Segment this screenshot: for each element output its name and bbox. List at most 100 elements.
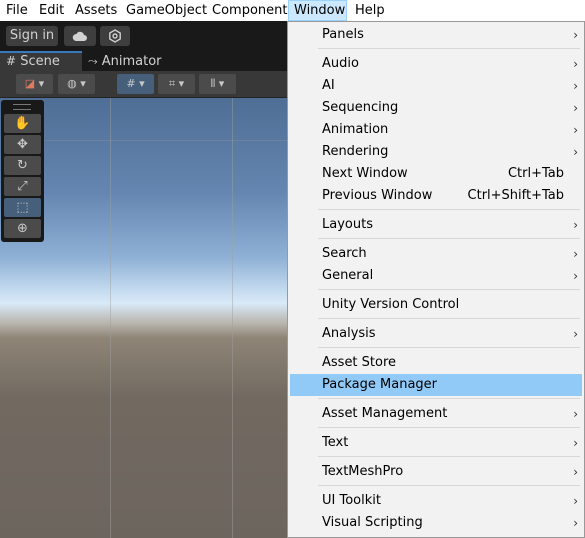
menu-item-panels[interactable]: Panels › <box>290 24 582 46</box>
rect-tool-icon: ⬚ <box>16 200 29 215</box>
rotate-tool-button[interactable]: ↻ <box>4 156 41 175</box>
transform-tools-panel: ✋ ✥ ↻ ⤢ ⬚ ⊕ <box>1 100 44 242</box>
chevron-right-icon: › <box>573 101 578 115</box>
chevron-right-icon: › <box>573 494 578 508</box>
menu-item-label: Audio <box>322 56 359 71</box>
move-tool-button[interactable]: ✥ <box>4 135 41 154</box>
menu-item-animation[interactable]: Animation › <box>290 119 582 141</box>
menu-item-previous-window[interactable]: Previous Window Ctrl+Shift+Tab <box>290 185 582 207</box>
menu-item-asset-management[interactable]: Asset Management › <box>290 403 582 425</box>
tab-animator-label: Animator <box>101 54 162 69</box>
menu-window[interactable]: Window <box>288 0 347 21</box>
menu-separator <box>318 427 580 428</box>
tab-scene-label: Scene <box>20 54 60 69</box>
scale-tool-icon: ⤢ <box>17 179 28 194</box>
menu-item-package-manager[interactable]: Package Manager <box>290 374 582 396</box>
menu-item-search[interactable]: Search › <box>290 243 582 265</box>
menu-item-label: Asset Management <box>322 406 448 421</box>
menu-help[interactable]: Help <box>350 0 390 21</box>
grid-y-icon: # <box>126 77 136 90</box>
chevron-right-icon: › <box>573 436 578 450</box>
menu-item-general[interactable]: General › <box>290 265 582 287</box>
menu-item-label: General <box>322 268 374 283</box>
menu-item-label: Sequencing <box>322 100 399 115</box>
menu-assets[interactable]: Assets <box>70 0 122 21</box>
chevron-right-icon: › <box>573 407 578 421</box>
menu-item-asset-store[interactable]: Asset Store <box>290 352 582 374</box>
scale-tool-button[interactable]: ⤢ <box>4 177 41 196</box>
menu-item-unity-version-control[interactable]: Unity Version Control <box>290 294 582 316</box>
animator-icon: ⤳ <box>88 54 98 68</box>
menu-item-sequencing[interactable]: Sequencing › <box>290 97 582 119</box>
menu-item-textmeshpro[interactable]: TextMeshPro › <box>290 461 582 483</box>
menu-item-shortcut: Ctrl+Shift+Tab <box>467 188 564 203</box>
global-view-dropdown[interactable]: ◍ ▾ <box>58 74 95 94</box>
menu-item-analysis[interactable]: Analysis › <box>290 323 582 345</box>
grid-line <box>0 140 300 141</box>
chevron-right-icon: › <box>573 123 578 137</box>
settings-icon <box>109 29 121 43</box>
hand-tool-button[interactable]: ✋ <box>4 114 41 133</box>
menu-item-ui-toolkit[interactable]: UI Toolkit › <box>290 490 582 512</box>
window-menu-dropdown: Panels › Audio › AI › Sequencing › Anima… <box>287 21 585 538</box>
transform-tool-button[interactable]: ⊕ <box>4 219 41 238</box>
grid-snap-dropdown[interactable]: # ▾ <box>117 74 154 94</box>
menu-bar: File Edit Assets GameObject Component Wi… <box>0 0 585 21</box>
snap-icon: ⌗ <box>168 77 176 90</box>
gizmo-dropdown[interactable]: ⫴ ▾ <box>199 74 236 94</box>
rect-tool-button[interactable]: ⬚ <box>4 198 41 217</box>
scene-viewport[interactable] <box>0 98 300 538</box>
menu-item-label: Animation <box>322 122 389 137</box>
menu-edit[interactable]: Edit <box>34 0 69 21</box>
move-tool-icon: ✥ <box>17 137 28 152</box>
menu-item-label: Text <box>322 435 349 450</box>
draw-mode-icon: ◪ <box>24 77 36 90</box>
menu-item-text[interactable]: Text › <box>290 432 582 454</box>
snap-increment-dropdown[interactable]: ⌗ ▾ <box>158 74 195 94</box>
main-toolbar: Sign in <box>0 21 300 51</box>
menu-separator <box>318 209 580 210</box>
menu-gameobject[interactable]: GameObject <box>121 0 212 21</box>
menu-separator <box>318 318 580 319</box>
settings-button[interactable] <box>100 26 130 46</box>
menu-item-label: Asset Store <box>322 355 397 370</box>
tab-animator[interactable]: ⤳ Animator <box>82 51 172 71</box>
sign-in-button[interactable]: Sign in <box>6 26 58 46</box>
chevron-right-icon: › <box>573 218 578 232</box>
menu-file[interactable]: File <box>1 0 33 21</box>
cloud-button[interactable] <box>64 26 96 46</box>
menu-separator <box>318 347 580 348</box>
menu-item-label: AI <box>322 78 335 93</box>
menu-item-label: Previous Window <box>322 188 433 203</box>
scene-grid-icon: # <box>6 54 17 68</box>
tab-scene[interactable]: # Scene <box>0 51 82 71</box>
menu-separator <box>318 48 580 49</box>
drag-handle[interactable] <box>13 104 31 110</box>
chevron-right-icon: › <box>573 28 578 42</box>
menu-item-ai[interactable]: AI › <box>290 75 582 97</box>
menu-item-label: Search <box>322 246 367 261</box>
menu-item-label: Package Manager <box>322 377 438 392</box>
menu-item-layouts[interactable]: Layouts › <box>290 214 582 236</box>
menu-item-shortcut: Ctrl+Tab <box>507 166 564 181</box>
chevron-right-icon: › <box>573 465 578 479</box>
menu-item-audio[interactable]: Audio › <box>290 53 582 75</box>
menu-item-label: Rendering <box>322 144 389 159</box>
menu-separator <box>318 456 580 457</box>
chevron-right-icon: › <box>573 327 578 341</box>
chevron-right-icon: › <box>573 516 578 530</box>
menu-separator <box>318 238 580 239</box>
menu-item-rendering[interactable]: Rendering › <box>290 141 582 163</box>
grid-line <box>232 98 233 538</box>
menu-item-label: Unity Version Control <box>322 297 460 312</box>
menu-component[interactable]: Component <box>207 0 292 21</box>
rotate-tool-icon: ↻ <box>17 158 28 173</box>
menu-item-label: Next Window <box>322 166 408 181</box>
menu-item-label: TextMeshPro <box>322 464 404 479</box>
draw-mode-dropdown[interactable]: ◪ ▾ <box>16 74 53 94</box>
menu-item-label: Analysis <box>322 326 376 341</box>
audio-wave-icon: ⫴ <box>210 77 216 90</box>
menu-separator <box>318 485 580 486</box>
menu-item-visual-scripting[interactable]: Visual Scripting › <box>290 512 582 534</box>
menu-item-next-window[interactable]: Next Window Ctrl+Tab <box>290 163 582 185</box>
